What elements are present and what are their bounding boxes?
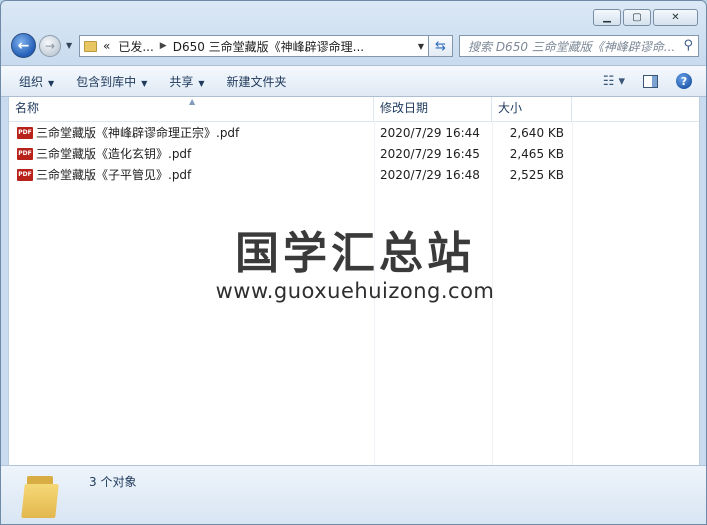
sort-ascending-icon: ▲: [189, 97, 196, 106]
preview-pane-icon[interactable]: [643, 74, 658, 88]
file-date: 2020/7/29 16:48: [380, 167, 480, 182]
column-size[interactable]: 大小: [492, 97, 572, 121]
breadcrumb-current[interactable]: D650 三命堂藏版《神峰辟谬命理...: [173, 38, 364, 55]
maximize-button[interactable]: ▢: [623, 9, 651, 26]
details-pane: 3 个对象: [1, 465, 706, 524]
file-row[interactable]: PDF 三命堂藏版《子平管见》.pdf 2020/7/29 16:48 2,525…: [9, 164, 699, 185]
help-icon[interactable]: ?: [676, 73, 692, 89]
command-bar: 组织 ▼ 包含到库中 ▼ 共享 ▼ 新建文件夹 ☷ ▾ ?: [1, 65, 706, 97]
include-library-label: 包含到库中: [76, 74, 137, 89]
breadcrumb-parent[interactable]: 已发...: [118, 38, 153, 55]
explorer-window: ▁ ▢ ✕ ← → ▼ « 已发... ▶ D650 三命堂藏版《神峰辟谬命理.…: [0, 0, 707, 525]
refresh-button[interactable]: ⇆: [429, 35, 453, 57]
file-name[interactable]: 三命堂藏版《造化玄钥》.pdf: [36, 145, 191, 162]
folder-icon: [21, 474, 61, 518]
back-button[interactable]: ←: [11, 33, 36, 58]
organize-menu[interactable]: 组织 ▼: [19, 73, 54, 90]
chevron-right-icon[interactable]: ▶: [160, 41, 167, 51]
item-count: 3 个对象: [89, 475, 137, 489]
file-row[interactable]: PDF 三命堂藏版《造化玄钥》.pdf 2020/7/29 16:45 2,465…: [9, 143, 699, 164]
file-size: 2,525 KB: [509, 167, 564, 182]
close-button[interactable]: ✕: [653, 9, 698, 26]
navigation-bar: ← → ▼ « 已发... ▶ D650 三命堂藏版《神峰辟谬命理... ▼ ⇆…: [9, 32, 699, 60]
view-options-icon[interactable]: ☷ ▾: [603, 74, 625, 89]
arrow-right-icon: →: [44, 39, 56, 53]
file-size: 2,640 KB: [509, 125, 564, 140]
column-header: ▲ 名称 修改日期 大小: [9, 97, 699, 122]
column-name-label: 名称: [15, 101, 40, 115]
column-date-label: 修改日期: [380, 101, 429, 115]
address-bar[interactable]: « 已发... ▶ D650 三命堂藏版《神峰辟谬命理... ▼: [79, 35, 429, 57]
column-size-label: 大小: [498, 101, 523, 115]
file-name[interactable]: 三命堂藏版《子平管见》.pdf: [36, 166, 191, 183]
watermark-url: www.guoxuehuizong.com: [215, 279, 495, 303]
share-menu[interactable]: 共享 ▼: [169, 73, 204, 90]
folder-icon: [84, 40, 97, 52]
pdf-icon: PDF: [17, 147, 33, 160]
column-name[interactable]: ▲ 名称: [9, 97, 374, 121]
chevron-down-icon: ▼: [48, 78, 55, 88]
share-label: 共享: [169, 74, 194, 89]
chevron-down-icon: ▼: [141, 78, 148, 88]
organize-label: 组织: [19, 74, 44, 89]
file-row[interactable]: PDF 三命堂藏版《神峰辟谬命理正宗》.pdf 2020/7/29 16:44 2…: [9, 122, 699, 143]
address-dropdown-icon[interactable]: ▼: [418, 42, 424, 51]
search-icon[interactable]: ⚲: [683, 38, 693, 53]
chevron-down-icon: ▼: [198, 78, 205, 88]
file-date: 2020/7/29 16:45: [380, 146, 480, 161]
include-library-menu[interactable]: 包含到库中 ▼: [76, 73, 147, 90]
pdf-icon: PDF: [17, 168, 33, 181]
forward-button[interactable]: →: [39, 35, 61, 57]
search-input[interactable]: 搜索 D650 三命堂藏版《神峰辟谬命... ⚲: [459, 35, 699, 57]
file-date: 2020/7/29 16:44: [380, 125, 480, 140]
watermark-title: 国学汇总站: [235, 228, 475, 279]
file-list: ▲ 名称 修改日期 大小 PDF 三命堂藏版《神峰辟谬命理正宗》.pdf 2020…: [8, 97, 700, 465]
column-date[interactable]: 修改日期: [374, 97, 492, 121]
refresh-icon: ⇆: [435, 38, 446, 54]
recent-pages-dropdown[interactable]: ▼: [66, 41, 72, 50]
new-folder-button[interactable]: 新建文件夹: [227, 73, 287, 90]
file-rows: PDF 三命堂藏版《神峰辟谬命理正宗》.pdf 2020/7/29 16:44 2…: [9, 122, 699, 185]
file-name[interactable]: 三命堂藏版《神峰辟谬命理正宗》.pdf: [36, 124, 239, 141]
caption-buttons: ▁ ▢ ✕: [593, 9, 698, 26]
search-placeholder: 搜索 D650 三命堂藏版《神峰辟谬命...: [468, 39, 676, 54]
minimize-button[interactable]: ▁: [593, 9, 621, 26]
file-size: 2,465 KB: [509, 146, 564, 161]
arrow-left-icon: ←: [17, 37, 30, 54]
pdf-icon: PDF: [17, 126, 33, 139]
address-overflow[interactable]: «: [103, 39, 110, 53]
